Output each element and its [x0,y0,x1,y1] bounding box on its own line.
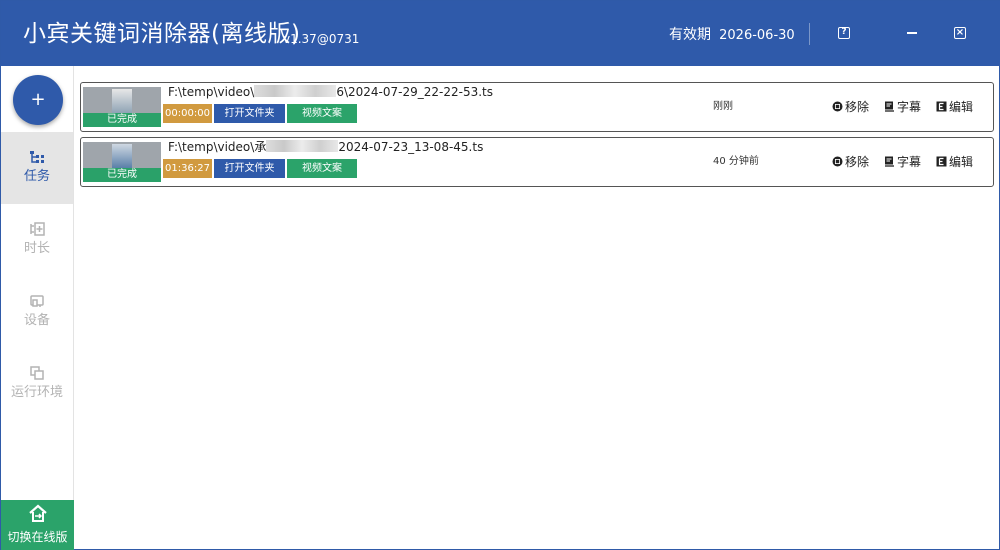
status-badge: 已完成 [83,168,161,182]
edit-label: 编辑 [949,155,974,169]
time-ago: 40 分钟前 [713,156,759,167]
validity-label: 有效期 [669,27,711,43]
sidebar-item-device[interactable]: 设备 [1,276,73,348]
validity-date: 2026-06-30 [719,28,795,43]
sidebar: + 任务 时长 设备 运行环境 切换在线版 [1,66,74,550]
edit-label: 编辑 [949,100,974,114]
file-path-suffix: \2024-07-29_22-22-53.ts [343,85,493,99]
subtitle-icon [885,156,894,167]
subtitle-button[interactable]: 字幕 [884,155,921,169]
edit-button[interactable]: 编辑 [936,155,973,169]
edit-icon [936,156,947,167]
subtitle-label: 字幕 [897,100,922,114]
edit-button[interactable]: 编辑 [936,100,973,114]
edit-icon [936,101,947,112]
remove-icon [832,156,843,167]
switch-online-label: 切换在线版 [7,530,68,544]
task-list-icon [30,151,44,163]
file-path: F:\temp\video\承 2024-07-23_13-08-45.ts [168,140,483,155]
task-row: 已完成 F:\temp\video\ 6\2024-07-29_22-22-53.… [80,82,994,132]
help-button[interactable]: ? [838,27,850,39]
video-thumbnail[interactable]: 已完成 [83,142,161,182]
remove-label: 移除 [845,100,870,114]
redacted-name [266,140,339,152]
app-title: 小宾关键词消除器(离线版) [23,21,301,47]
file-path-prefix: F:\temp\video\ [168,140,255,154]
minimize-button[interactable] [906,27,918,39]
thumbnail-image [112,144,132,168]
file-path-tail: 承 [254,140,267,154]
sidebar-item-tasks[interactable]: 任务 [1,132,73,204]
subtitle-button[interactable]: 字幕 [884,100,921,114]
title-separator [809,23,810,45]
sidebar-item-label: 时长 [23,241,50,256]
environment-icon [30,366,44,380]
sidebar-item-label: 任务 [23,169,50,184]
task-row: 已完成 F:\temp\video\承 2024-07-23_13-08-45.t… [80,137,994,187]
subtitle-icon [885,101,894,112]
status-badge: 已完成 [83,113,161,127]
home-switch-icon [29,504,47,522]
open-folder-button[interactable]: 打开文件夹 [214,104,285,123]
file-path: F:\temp\video\ 6\2024-07-29_22-22-53.ts [168,85,493,100]
duration-badge: 01:36:27 [163,159,212,178]
add-task-button[interactable]: + [13,75,63,125]
sidebar-item-label: 运行环境 [10,385,63,400]
remove-icon [832,101,843,112]
file-path-suffix: 2024-07-23_13-08-45.ts [338,140,484,154]
file-path-prefix: F:\temp\video\ [168,85,255,99]
remove-button[interactable]: 移除 [832,155,869,169]
duration-badge: 00:00:00 [163,104,212,123]
device-icon [30,295,44,307]
duration-icon [30,222,45,236]
video-text-button[interactable]: 视频文案 [287,159,357,178]
video-thumbnail[interactable]: 已完成 [83,87,161,127]
app-version: v1.37@0731 [283,32,360,46]
subtitle-label: 字幕 [897,155,922,169]
thumbnail-image [112,89,132,113]
app-window: 小宾关键词消除器(离线版) v1.37@0731 有效期 2026-06-30 … [0,0,1000,550]
close-button[interactable]: × [954,27,966,39]
time-ago: 刚刚 [713,101,733,112]
switch-online-button[interactable]: 切换在线版 [1,500,74,550]
sidebar-item-duration[interactable]: 时长 [1,204,73,276]
video-text-button[interactable]: 视频文案 [287,104,357,123]
redacted-name [254,85,337,97]
file-path-tail: 6 [336,85,344,99]
open-folder-button[interactable]: 打开文件夹 [214,159,285,178]
sidebar-item-environment[interactable]: 运行环境 [1,348,73,420]
sidebar-item-label: 设备 [23,313,50,328]
validity-info: 有效期 2026-06-30 [669,26,795,45]
remove-label: 移除 [845,155,870,169]
title-bar: 小宾关键词消除器(离线版) v1.37@0731 有效期 2026-06-30 … [1,1,1000,66]
remove-button[interactable]: 移除 [832,100,869,114]
